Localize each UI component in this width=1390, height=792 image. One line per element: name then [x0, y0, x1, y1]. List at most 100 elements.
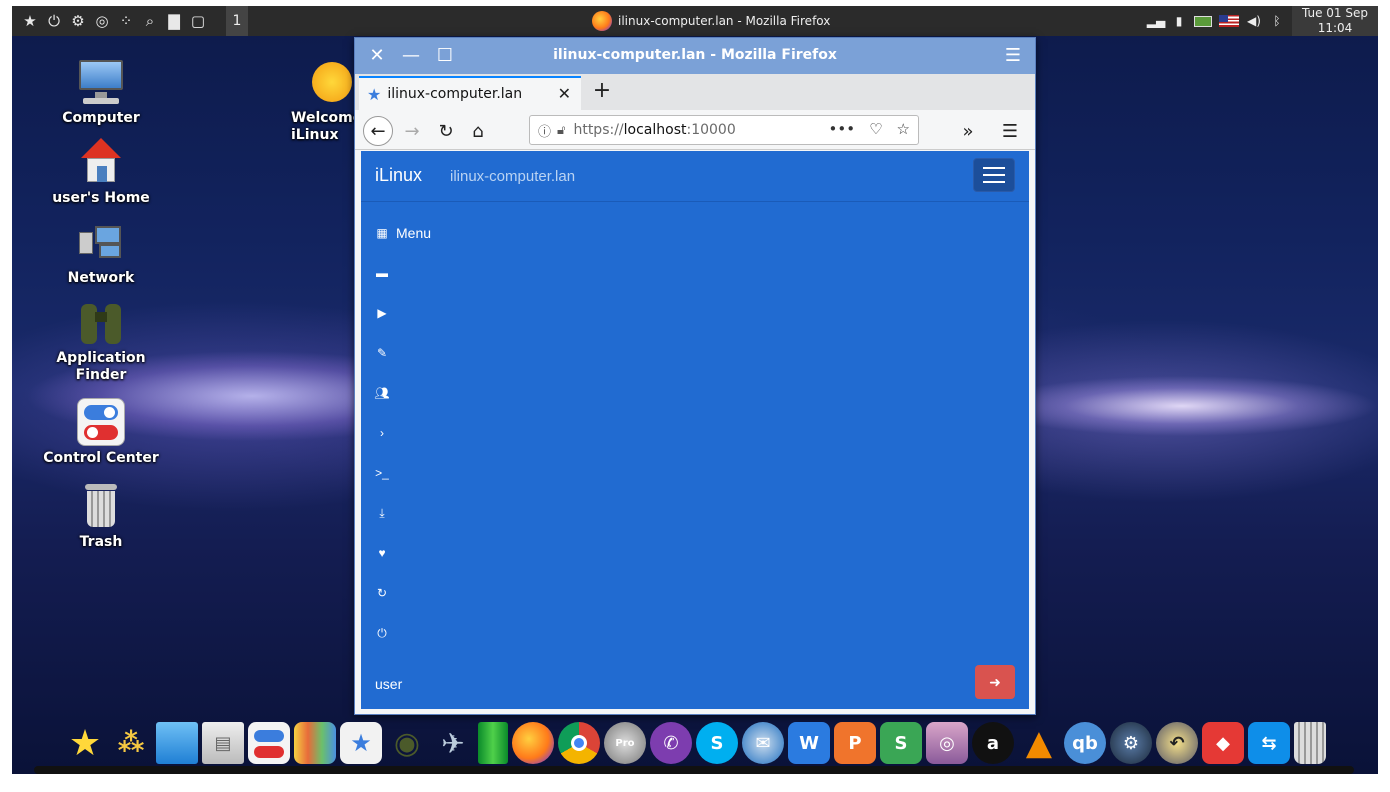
back-icon[interactable]: ← — [363, 116, 393, 146]
pencil-icon: ✎ — [376, 346, 388, 360]
favorites-star-icon[interactable]: ★ — [20, 11, 40, 31]
sign-out-icon: ➜ — [989, 673, 1001, 690]
dock-trash-icon[interactable] — [1294, 722, 1326, 764]
dock-chrome-icon[interactable] — [558, 722, 600, 764]
menu-item-run[interactable]: ▶ — [375, 293, 431, 333]
desktop-icon-label: Control Center — [43, 450, 159, 466]
hostname-link[interactable]: ilinux-computer.lan — [450, 168, 575, 185]
brand-link[interactable]: iLinux — [375, 165, 422, 186]
flag-icon[interactable] — [1219, 15, 1239, 27]
desktop-icon-application-finder[interactable]: Application Finder — [36, 298, 166, 384]
dock-window-icon[interactable] — [156, 722, 198, 764]
window-titlebar[interactable]: ✕ — ☐ ilinux-computer.lan - Mozilla Fire… — [355, 38, 1035, 74]
desktop-icon-welcome[interactable]: Welcome iLinux — [282, 58, 354, 144]
dock-camera-icon[interactable]: ◎ — [926, 722, 968, 764]
url-bar[interactable]: ⓘ 🔓︎ https://localhost:10000 ••• ♡ ☆ — [529, 115, 919, 145]
desktop-icon-home[interactable]: user's Home — [36, 138, 166, 207]
desktop-icon-network[interactable]: Network — [36, 218, 166, 287]
binoculars-icon[interactable]: ◎ — [92, 11, 112, 31]
menu-item-files[interactable]: ▬ — [375, 253, 431, 293]
dock-rocket-icon[interactable]: ✈ — [432, 722, 474, 764]
overflow-chevron-icon[interactable]: » — [953, 116, 983, 146]
users-icon: 👥︎ — [374, 386, 390, 400]
dock-spreadsheet-icon[interactable]: S — [880, 722, 922, 764]
dock-skype-icon[interactable]: S — [696, 722, 738, 764]
tab-ilinux[interactable]: ★ ilinux-computer.lan ✕ — [359, 76, 581, 110]
sun-icon — [308, 58, 354, 106]
taskbar-entry[interactable]: ilinux-computer.lan - Mozilla Firefox — [592, 10, 830, 32]
dock-steam-icon[interactable]: ⚙ — [1110, 722, 1152, 764]
dock-pipe-icon[interactable] — [478, 722, 508, 764]
settings-icon[interactable]: ⚙ — [68, 11, 88, 31]
menu-item-terminal[interactable]: >_ — [375, 453, 431, 493]
power-icon[interactable]: ⏻ — [44, 11, 64, 31]
dock-favorites-icon[interactable]: ★ — [64, 722, 106, 764]
signal-icon[interactable]: ▂▄ — [1147, 13, 1165, 29]
desktop-icon-trash[interactable]: Trash — [36, 482, 166, 551]
dock-qbittorrent-icon[interactable]: qb — [1064, 722, 1106, 764]
grid-icon: ▦ — [376, 226, 388, 240]
dock-apps-icon[interactable]: ⁂ — [110, 722, 152, 764]
new-tab-icon[interactable]: + — [591, 80, 613, 102]
dock-file-cabinet-icon[interactable]: ▤ — [202, 722, 244, 764]
menu-item-download[interactable]: ⤓ — [375, 493, 431, 533]
user-label[interactable]: user — [375, 676, 402, 692]
clipboard-icon[interactable]: ▮ — [1171, 13, 1187, 29]
volume-icon[interactable]: ◀) — [1246, 13, 1262, 29]
system-tray: ▂▄ ▮ ◀) ᛒ — [1147, 6, 1285, 36]
dock-writer-icon[interactable]: W — [788, 722, 830, 764]
workspace-switcher[interactable]: 1 — [226, 6, 248, 36]
menu-label: Menu — [396, 225, 432, 241]
dock-firefox-icon[interactable] — [512, 722, 554, 764]
bluetooth-icon[interactable]: ᛒ — [1269, 13, 1285, 29]
clock[interactable]: Tue 01 Sep 11:04 — [1292, 6, 1378, 36]
home-icon[interactable]: ⌂ — [463, 116, 493, 146]
dock-store-icon[interactable]: ★ — [340, 722, 382, 764]
favicon-star-icon: ★ — [367, 84, 382, 104]
desktop-icon-computer[interactable]: Computer — [36, 58, 166, 127]
dock-globe-pro-icon[interactable]: Pro — [604, 722, 646, 764]
dock-backup-icon[interactable]: ↶ — [1156, 722, 1198, 764]
dock-thunderbird-icon[interactable]: ✉ — [742, 722, 784, 764]
url-scheme: https:// — [573, 122, 624, 138]
folder-icon[interactable]: ▇ — [164, 11, 184, 31]
menu-item-edit[interactable]: ✎ — [375, 333, 431, 373]
reload-icon[interactable]: ↻ — [431, 116, 461, 146]
navbar-toggle-button[interactable] — [973, 158, 1015, 192]
desktop-icon-control-center[interactable]: Control Center — [36, 398, 166, 467]
dock-control-center-icon[interactable] — [248, 722, 290, 764]
battery-icon[interactable] — [1194, 15, 1212, 27]
logout-button[interactable]: ➜ — [975, 665, 1015, 699]
page-actions-icon[interactable]: ••• — [829, 120, 856, 138]
menu-item-refresh[interactable]: ↻ — [375, 573, 431, 613]
menu-item-menu[interactable]: ▦ Menu — [375, 213, 431, 253]
panel-launchers: ★ ⏻ ⚙ ◎ ⁘ ⌕ ▇ ▢ — [20, 6, 208, 36]
dock-appearance-icon[interactable] — [294, 722, 336, 764]
info-icon[interactable]: ⓘ — [538, 121, 551, 140]
firefox-icon — [592, 11, 612, 31]
dock-audacity-icon[interactable]: a — [972, 722, 1014, 764]
dock-vlc-icon[interactable]: ▲ — [1018, 722, 1060, 764]
trash-icon — [77, 482, 125, 530]
dock-teamviewer-icon[interactable]: ⇆ — [1248, 722, 1290, 764]
taskbar-entry-title: ilinux-computer.lan - Mozilla Firefox — [618, 14, 831, 28]
dock-viber-icon[interactable]: ✆ — [650, 722, 692, 764]
menu-item-users[interactable]: 👥︎ — [374, 373, 431, 413]
hamburger-menu-icon[interactable]: ☰ — [995, 116, 1025, 146]
dock-binoculars-icon[interactable]: ◉ — [386, 722, 428, 764]
menu-item-expand[interactable]: › — [375, 413, 431, 453]
insecure-lock-icon[interactable]: 🔓︎ — [557, 123, 565, 138]
dock-anydesk-icon[interactable]: ◆ — [1202, 722, 1244, 764]
tab-close-icon[interactable]: ✕ — [558, 84, 571, 103]
pocket-icon[interactable]: ♡ — [869, 120, 882, 138]
side-menu: ▦ Menu ▬ ▶ ✎ 👥︎ › >_ ⤓ ♥ ↻ ⏻ — [374, 213, 431, 653]
apps-grid-icon[interactable]: ⁘ — [116, 11, 136, 31]
bookmark-star-icon[interactable]: ☆ — [897, 120, 910, 138]
menu-item-health[interactable]: ♥ — [375, 533, 431, 573]
show-desktop-icon[interactable]: ▢ — [188, 11, 208, 31]
menu-item-power[interactable]: ⏻ — [375, 613, 431, 653]
search-icon[interactable]: ⌕ — [140, 11, 160, 31]
dock-presentation-icon[interactable]: P — [834, 722, 876, 764]
window-menu-icon[interactable]: ☰ — [1003, 46, 1023, 66]
forward-icon[interactable]: → — [397, 116, 427, 146]
